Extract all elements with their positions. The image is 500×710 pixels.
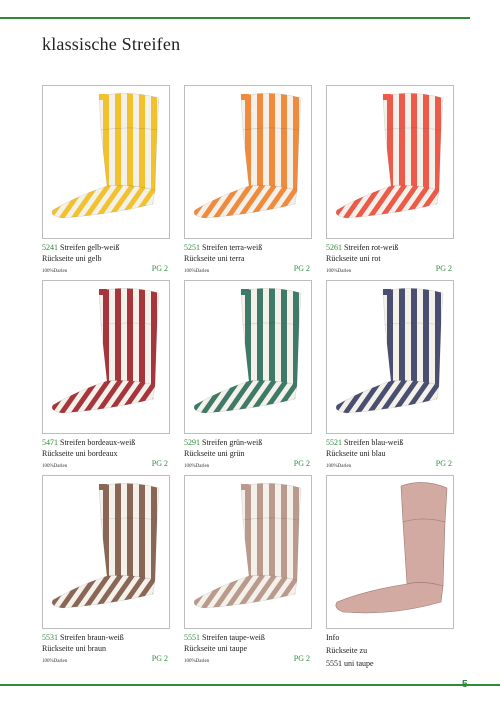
cushion-seat bbox=[193, 575, 298, 609]
product-name: Streifen taupe-weiß bbox=[202, 633, 265, 642]
product-fabric: 100%Darlen bbox=[326, 269, 352, 274]
cushion-seat bbox=[335, 185, 440, 219]
cushion-seat bbox=[51, 380, 156, 414]
product-caption: 5531 Streifen braun-weiß Rückseite uni b… bbox=[42, 632, 170, 664]
cushion-seat bbox=[51, 575, 156, 609]
cushion-backrest bbox=[100, 127, 158, 191]
cushion-tie bbox=[99, 289, 107, 295]
product-caption: 5471 Streifen bordeaux-weiß Rückseite un… bbox=[42, 437, 170, 469]
cushion-tie bbox=[241, 94, 249, 100]
cushion-image bbox=[184, 280, 312, 434]
page-title: klassische Streifen bbox=[42, 34, 181, 54]
cushion-back-image bbox=[326, 475, 454, 629]
cushion-headrest bbox=[240, 93, 302, 131]
cushion-backrest bbox=[384, 322, 442, 386]
price-group: PG 2 bbox=[435, 459, 452, 468]
bottom-rule bbox=[0, 684, 500, 686]
cushion-seat bbox=[335, 380, 440, 414]
cushion-back-backrest bbox=[402, 518, 446, 587]
price-group: PG 2 bbox=[151, 459, 168, 468]
product-fabric: 100%Darlen bbox=[42, 269, 68, 274]
price-group: PG 2 bbox=[435, 264, 452, 273]
cushion-seat bbox=[51, 185, 156, 219]
cushion-image bbox=[42, 475, 170, 629]
cushion-headrest bbox=[98, 288, 160, 326]
info-line-2: 5551 uni taupe bbox=[326, 659, 374, 668]
product-fabric: 100%Darlen bbox=[184, 464, 210, 469]
cushion-tie bbox=[99, 484, 107, 490]
cushion-image bbox=[42, 85, 170, 239]
page-number: 5 bbox=[462, 679, 468, 690]
product-caption: 5551 Streifen taupe-weiß Rückseite uni t… bbox=[184, 632, 312, 664]
cushion-tie bbox=[383, 289, 391, 295]
cushion-headrest bbox=[98, 483, 160, 521]
product-code: 5471 bbox=[42, 438, 58, 447]
product-code: 5521 bbox=[326, 438, 342, 447]
cushion-headrest bbox=[240, 483, 302, 521]
cushion-backrest bbox=[242, 127, 300, 191]
product-name: Streifen terra-weiß bbox=[202, 243, 263, 252]
cushion-backrest bbox=[242, 322, 300, 386]
product-code: 5251 bbox=[184, 243, 200, 252]
product-name: Streifen gelb-weiß bbox=[60, 243, 120, 252]
product-name: Streifen braun-weiß bbox=[60, 633, 124, 642]
cushion-tie bbox=[383, 94, 391, 100]
product-code: 5551 bbox=[184, 633, 200, 642]
cushion-image bbox=[326, 85, 454, 239]
cushion-seat bbox=[193, 380, 298, 414]
cushion-backrest bbox=[100, 322, 158, 386]
top-rule bbox=[0, 17, 470, 19]
product-fabric: 100%Darlen bbox=[326, 464, 352, 469]
product-name: Streifen bordeaux-weiß bbox=[60, 438, 136, 447]
price-group: PG 2 bbox=[293, 654, 310, 663]
price-group: PG 2 bbox=[151, 654, 168, 663]
cushion-backrest bbox=[242, 517, 300, 581]
cushion-tie bbox=[99, 94, 107, 100]
product-caption: 5521 Streifen blau-weiß Rückseite uni bl… bbox=[326, 437, 454, 469]
cushion-seat bbox=[193, 185, 298, 219]
product-caption: 5241 Streifen gelb-weiß Rückseite uni ge… bbox=[42, 242, 170, 274]
cushion-headrest bbox=[240, 288, 302, 326]
product-name: Streifen rot-weiß bbox=[344, 243, 399, 252]
cushion-tie bbox=[241, 484, 249, 490]
cushion-image bbox=[184, 85, 312, 239]
info-line-1: Rückseite zu bbox=[326, 646, 368, 655]
cushion-backrest bbox=[100, 517, 158, 581]
product-fabric: 100%Darlen bbox=[42, 659, 68, 664]
price-group: PG 2 bbox=[293, 459, 310, 468]
info-caption: Info Rückseite zu 5551 uni taupe bbox=[326, 632, 454, 669]
cushion-image bbox=[326, 280, 454, 434]
cushion-back-seat bbox=[335, 582, 444, 614]
price-group: PG 2 bbox=[151, 264, 168, 273]
cushion-image bbox=[42, 280, 170, 434]
info-label: Info bbox=[326, 633, 340, 642]
product-code: 5531 bbox=[42, 633, 58, 642]
product-code: 5261 bbox=[326, 243, 342, 252]
product-name: Streifen blau-weiß bbox=[344, 438, 404, 447]
product-fabric: 100%Darlen bbox=[42, 464, 68, 469]
product-fabric: 100%Darlen bbox=[184, 269, 210, 274]
product-fabric: 100%Darlen bbox=[184, 659, 210, 664]
cushion-headrest bbox=[382, 93, 444, 131]
product-code: 5291 bbox=[184, 438, 200, 447]
cushion-headrest bbox=[98, 93, 160, 131]
cushion-backrest bbox=[384, 127, 442, 191]
product-name: Streifen grün-weiß bbox=[202, 438, 263, 447]
cushion-image bbox=[184, 475, 312, 629]
price-group: PG 2 bbox=[293, 264, 310, 273]
product-caption: 5251 Streifen terra-weiß Rückseite uni t… bbox=[184, 242, 312, 274]
cushion-back-headrest bbox=[400, 482, 448, 523]
product-caption: 5291 Streifen grün-weiß Rückseite uni gr… bbox=[184, 437, 312, 469]
cushion-tie bbox=[241, 289, 249, 295]
product-caption: 5261 Streifen rot-weiß Rückseite uni rot… bbox=[326, 242, 454, 274]
product-code: 5241 bbox=[42, 243, 58, 252]
cushion-headrest bbox=[382, 288, 444, 326]
